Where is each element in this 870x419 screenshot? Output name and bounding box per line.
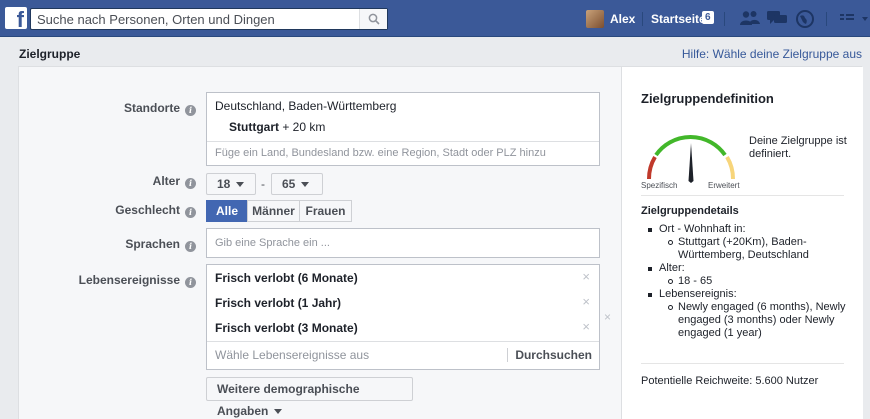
life-event-item: Frisch verlobt (3 Monate) × bbox=[215, 319, 590, 335]
definition-title: Zielgruppendefinition bbox=[641, 91, 774, 106]
home-badge: 6 bbox=[702, 11, 714, 24]
potential-reach: Potentielle Reichweite: 5.600 Nutzer bbox=[641, 375, 819, 387]
clear-all-icon[interactable]: × bbox=[604, 310, 611, 324]
age-max-dropdown[interactable]: 65 bbox=[271, 173, 323, 195]
search-button[interactable] bbox=[359, 9, 387, 29]
gender-label: Geschlecht i bbox=[19, 203, 196, 218]
gender-option-female[interactable]: Frauen bbox=[299, 200, 352, 222]
divider bbox=[641, 363, 844, 364]
search-input[interactable] bbox=[31, 9, 356, 29]
settings-menu-icon[interactable] bbox=[840, 12, 870, 26]
close-icon[interactable]: × bbox=[582, 294, 590, 309]
more-demographics-button[interactable]: Weitere demographische Angaben bbox=[206, 377, 413, 418]
gauge-label-broad: Erweitert bbox=[708, 181, 740, 190]
audience-form: Standorte i Deutschland, Baden-Württember… bbox=[19, 67, 621, 419]
audience-card: Standorte i Deutschland, Baden-Württember… bbox=[18, 66, 863, 419]
page-title: Zielgruppe bbox=[19, 47, 81, 61]
top-navigation-bar: f Alex Startseite 6 bbox=[0, 0, 870, 37]
profile-link[interactable]: Alex bbox=[610, 12, 635, 26]
info-icon[interactable]: i bbox=[185, 105, 196, 116]
notifications-globe-icon[interactable] bbox=[796, 10, 814, 28]
details-title: Zielgruppendetails bbox=[641, 205, 739, 217]
definition-status: Deine Zielgruppe ist definiert. bbox=[749, 135, 847, 160]
audience-gauge-icon bbox=[646, 135, 736, 183]
locations-box: Deutschland, Baden-Württemberg Stuttgart… bbox=[206, 92, 600, 166]
info-icon[interactable]: i bbox=[185, 207, 196, 218]
location-country: Deutschland, Baden-Württemberg bbox=[215, 99, 397, 113]
gauge-label-specific: Spezifisch bbox=[641, 181, 678, 190]
detail-event-head: Lebensereignis: bbox=[641, 288, 851, 301]
life-events-input[interactable]: Wähle Lebensereignisse aus bbox=[215, 348, 369, 362]
life-event-item: Frisch verlobt (6 Monate) × bbox=[215, 269, 590, 285]
chevron-down-icon bbox=[301, 182, 310, 187]
languages-label: Sprachen i bbox=[19, 237, 196, 252]
detail-location-value: Stuttgart (+20Km), Baden-Württemberg, De… bbox=[641, 236, 851, 262]
gender-option-all[interactable]: Alle bbox=[206, 200, 248, 222]
audience-definition-panel: Zielgruppendefinition Spezifisch Erweite… bbox=[621, 67, 863, 419]
search-box bbox=[30, 8, 388, 30]
age-separator: - bbox=[261, 177, 265, 191]
divider bbox=[207, 141, 599, 142]
help-link[interactable]: Hilfe: Wähle deine Zielgruppe aus bbox=[682, 47, 862, 61]
nav-separator bbox=[642, 12, 643, 26]
home-link[interactable]: Startseite bbox=[651, 12, 706, 26]
nav-separator bbox=[826, 12, 827, 26]
life-events-label: Lebensereignisse i bbox=[19, 273, 196, 288]
friend-requests-icon[interactable] bbox=[740, 10, 760, 26]
location-input[interactable]: Füge ein Land, Bundesland bzw. eine Regi… bbox=[215, 147, 546, 159]
detail-event-value: Newly engaged (6 months), Newly engaged … bbox=[641, 301, 851, 340]
location-radius[interactable]: + 20 km bbox=[282, 120, 325, 134]
facebook-logo[interactable]: f bbox=[5, 7, 27, 29]
messages-icon[interactable] bbox=[767, 10, 787, 26]
divider bbox=[641, 195, 844, 196]
browse-button[interactable]: Durchsuchen bbox=[507, 348, 592, 362]
detail-age-value: 18 - 65 bbox=[641, 275, 851, 288]
info-icon[interactable]: i bbox=[185, 241, 196, 252]
chevron-down-icon bbox=[236, 182, 245, 187]
nav-separator bbox=[724, 12, 725, 26]
life-events-box: Frisch verlobt (6 Monate) × Frisch verlo… bbox=[206, 264, 600, 370]
locations-label: Standorte i bbox=[19, 101, 196, 116]
age-min-dropdown[interactable]: 18 bbox=[206, 173, 256, 195]
divider bbox=[207, 341, 599, 342]
audience-details-list: Ort - Wohnhaft in: Stuttgart (+20Km), Ba… bbox=[641, 223, 851, 340]
info-icon[interactable]: i bbox=[185, 178, 196, 189]
search-icon bbox=[368, 13, 380, 25]
info-icon[interactable]: i bbox=[185, 277, 196, 288]
avatar[interactable] bbox=[586, 10, 604, 28]
gender-option-male[interactable]: Männer bbox=[247, 200, 300, 222]
detail-location-head: Ort - Wohnhaft in: bbox=[641, 223, 851, 236]
chevron-down-icon bbox=[274, 409, 283, 414]
close-icon[interactable]: × bbox=[582, 269, 590, 284]
languages-placeholder: Gib eine Sprache ein ... bbox=[215, 237, 330, 249]
location-city: Stuttgart + 20 km bbox=[229, 120, 326, 134]
life-event-item: Frisch verlobt (1 Jahr) × bbox=[215, 294, 590, 310]
close-icon[interactable]: × bbox=[582, 319, 590, 334]
detail-age-head: Alter: bbox=[641, 262, 851, 275]
age-label: Alter i bbox=[19, 174, 196, 189]
languages-input[interactable]: Gib eine Sprache ein ... bbox=[206, 228, 600, 258]
